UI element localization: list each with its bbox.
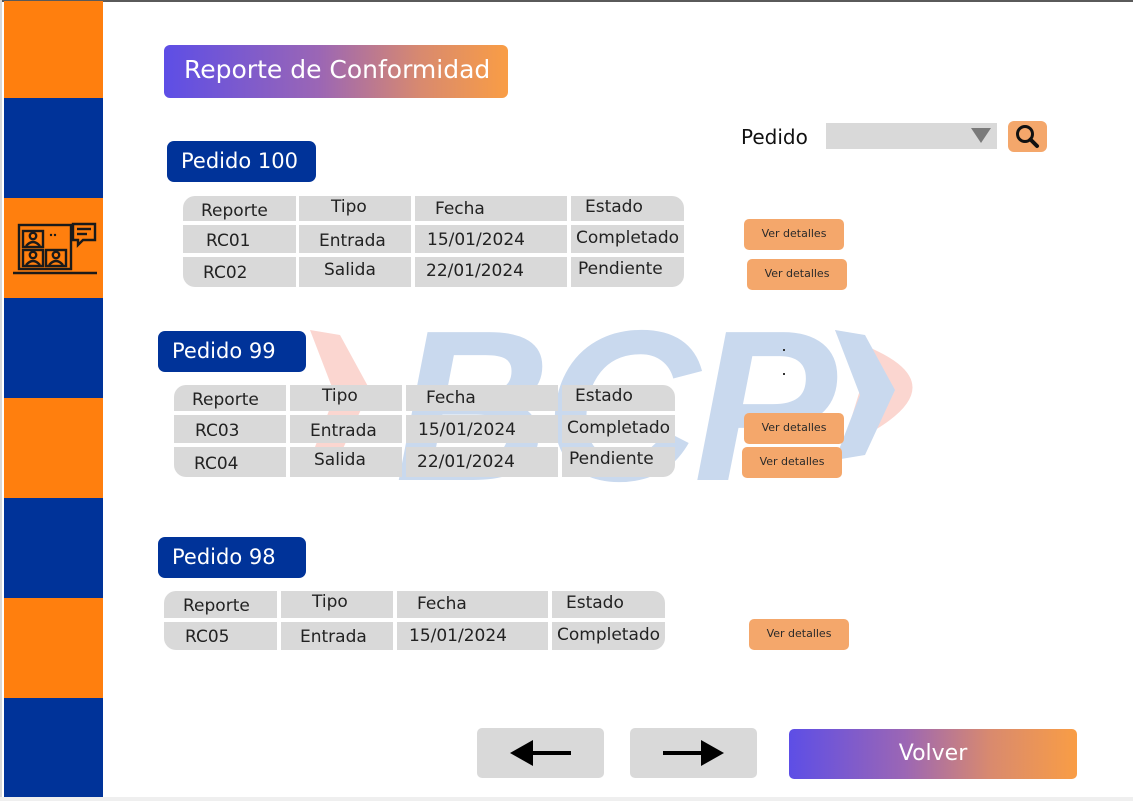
pedido-select[interactable]: [826, 123, 997, 149]
table-cell-fecha: 15/01/2024: [415, 225, 567, 253]
table-cell-estado: Pendiente: [571, 257, 684, 287]
table-cell-tipo: Entrada: [290, 415, 402, 443]
group-label-pedido-98: Pedido 98: [158, 537, 306, 578]
column-header-tipo: Tipo: [299, 196, 411, 221]
column-header-reporte: Reporte: [164, 591, 277, 618]
sidebar-stripe: [4, 98, 103, 198]
sidebar-stripe: [4, 598, 103, 698]
group-label-pedido-100: Pedido 100: [167, 141, 316, 182]
ver-detalles-button[interactable]: Ver detalles: [749, 619, 849, 650]
page-title: Reporte de Conformidad: [164, 45, 508, 98]
table-cell-tipo: Salida: [299, 257, 411, 287]
arrow-right-icon: [663, 740, 724, 766]
ver-detalles-button[interactable]: Ver detalles: [742, 447, 842, 478]
sidebar-stripe: [4, 398, 103, 498]
table-cell-estado: Completado: [562, 415, 675, 443]
search-label: Pedido: [741, 125, 808, 149]
search-icon: [1016, 125, 1039, 148]
table-cell-estado: Completado: [571, 225, 684, 253]
table-cell-estado: Completado: [552, 622, 665, 650]
sidebar-stripe: [4, 698, 103, 797]
bottom-border: [0, 797, 1133, 801]
column-header-fecha: Fecha: [406, 385, 558, 411]
column-header-estado: Estado: [562, 385, 675, 411]
column-header-fecha: Fecha: [397, 591, 548, 618]
table-cell-fecha: 15/01/2024: [406, 415, 558, 443]
column-header-estado: Estado: [571, 196, 684, 221]
dropdown-arrow-icon: [971, 128, 991, 143]
ver-detalles-button[interactable]: Ver detalles: [744, 219, 844, 250]
arrow-left-icon: [510, 740, 571, 766]
table-cell-reporte: RC03: [174, 415, 286, 443]
ver-detalles-button[interactable]: Ver detalles: [744, 413, 844, 444]
search-button[interactable]: [1008, 121, 1047, 152]
left-border: [0, 0, 2, 801]
table-cell-tipo: Salida: [290, 447, 402, 477]
back-button[interactable]: [477, 728, 604, 778]
table-cell-tipo: Entrada: [281, 622, 393, 650]
dot-mark: [783, 349, 785, 351]
volver-button[interactable]: Volver: [789, 729, 1077, 779]
table-cell-fecha: 22/01/2024: [415, 257, 567, 287]
group-label-pedido-99: Pedido 99: [158, 331, 306, 372]
column-header-reporte: Reporte: [174, 385, 286, 411]
table-cell-reporte: RC05: [164, 622, 277, 650]
column-header-tipo: Tipo: [281, 591, 393, 618]
next-button[interactable]: [630, 728, 757, 778]
sidebar: [4, 1, 103, 797]
video-conference-icon: [13, 222, 97, 275]
column-header-reporte: Reporte: [183, 196, 296, 221]
sidebar-stripe: [4, 298, 103, 398]
table-cell-tipo: Entrada: [299, 225, 411, 253]
table-cell-fecha: 22/01/2024: [406, 447, 558, 477]
column-header-estado: Estado: [552, 591, 665, 618]
top-border: [0, 0, 1133, 2]
table-cell-reporte: RC04: [174, 447, 286, 477]
table-cell-reporte: RC02: [183, 257, 296, 287]
sidebar-item-reports[interactable]: [4, 198, 103, 298]
table-cell-reporte: RC01: [183, 225, 296, 253]
column-header-fecha: Fecha: [415, 196, 567, 221]
table-cell-fecha: 15/01/2024: [397, 622, 548, 650]
sidebar-stripe: [4, 1, 103, 98]
table-cell-estado: Pendiente: [562, 447, 675, 477]
sidebar-stripe: [4, 498, 103, 598]
column-header-tipo: Tipo: [290, 385, 402, 411]
ver-detalles-button[interactable]: Ver detalles: [747, 259, 847, 290]
dot-mark: [783, 373, 785, 375]
